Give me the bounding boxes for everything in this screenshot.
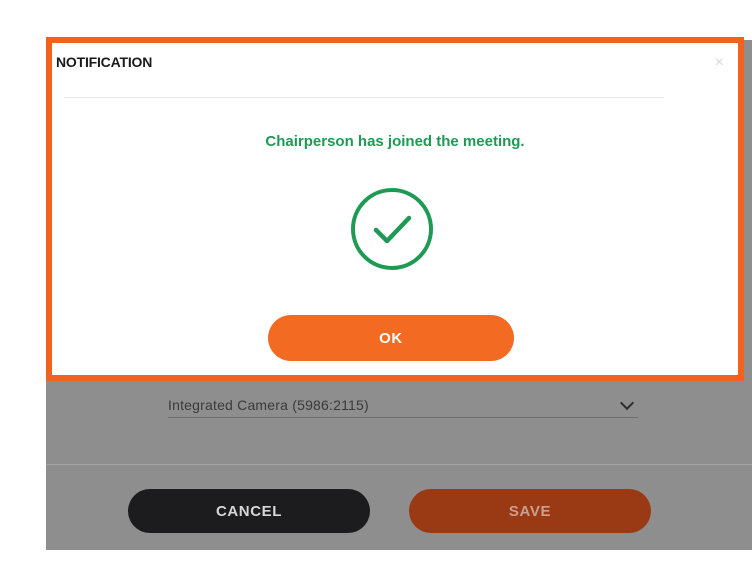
- camera-select[interactable]: Integrated Camera (5986:2115): [168, 392, 638, 418]
- notification-message: Chairperson has joined the meeting.: [265, 133, 525, 150]
- close-icon[interactable]: ×: [715, 55, 724, 71]
- header-divider: [64, 97, 664, 98]
- camera-row: Integrated Camera (5986:2115): [46, 384, 752, 460]
- ok-button[interactable]: OK: [268, 315, 514, 361]
- notification-header: NOTIFICATION ×: [52, 43, 738, 99]
- cancel-button[interactable]: CANCEL: [128, 489, 370, 533]
- notification-title: NOTIFICATION: [56, 54, 153, 70]
- save-button[interactable]: SAVE: [409, 489, 651, 533]
- page: Integrated Camera (5986:2115) CANCEL SAV…: [0, 0, 752, 571]
- chevron-down-icon: [619, 395, 635, 410]
- camera-select-value: Integrated Camera (5986:2115): [168, 396, 369, 413]
- notification-modal: NOTIFICATION × Chairperson has joined th…: [46, 37, 744, 381]
- footer-divider: [46, 464, 752, 465]
- check-circle-icon: [351, 188, 433, 270]
